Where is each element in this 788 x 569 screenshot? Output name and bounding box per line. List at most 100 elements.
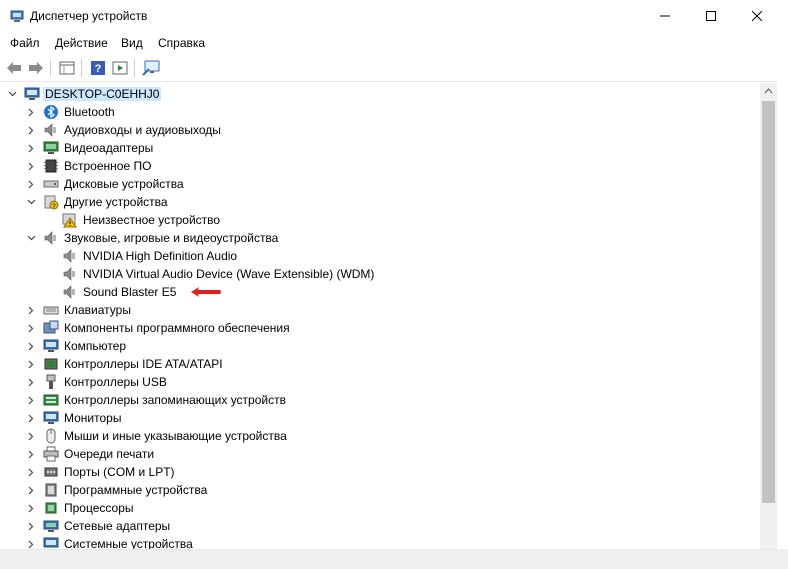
tree-category[interactable]: Процессоры [0,499,700,517]
forward-arrow-icon [29,62,43,74]
usb-icon [46,374,56,389]
maximize-button[interactable] [688,0,734,32]
tree-category[interactable]: Контроллеры IDE ATA/ATAPI [0,355,700,373]
chevron-right-icon[interactable] [26,535,36,549]
tree-category[interactable]: Встроенное ПО [0,157,700,175]
run-button[interactable] [110,58,130,78]
unknown-device-icon: ? [44,195,59,210]
tree-category-label: Аудиовходы и аудиовыходы [64,123,221,137]
horizontal-scrollbar[interactable] [0,549,777,569]
tree-device[interactable]: Неизвестное устройство [0,211,700,229]
tree-category[interactable]: Аудиовходы и аудиовыходы [0,121,700,139]
software-component-icon [43,320,59,334]
tree-category[interactable]: Контроллеры запоминающих устройств [0,391,700,409]
minimize-button[interactable] [642,0,688,32]
chevron-right-icon[interactable] [26,499,36,517]
tree-category[interactable]: Дисковые устройства [0,175,700,193]
tree-category-label: Контроллеры IDE ATA/ATAPI [64,357,223,371]
chevron-right-icon[interactable] [26,139,36,157]
tree-device[interactable]: NVIDIA High Definition Audio [0,247,700,265]
tree-category[interactable]: Сетевые адаптеры [0,517,700,535]
tree-category-label: Компоненты программного обеспечения [64,321,290,335]
scan-hardware-button[interactable] [141,58,161,78]
chevron-right-icon[interactable] [26,427,36,445]
tree-category[interactable]: Системные устройства [0,535,700,549]
chevron-right-icon[interactable] [26,373,36,391]
tree-category[interactable]: Компьютер [0,337,700,355]
menu-view[interactable]: Вид [121,36,143,50]
scroll-up-icon[interactable] [764,88,773,94]
scrollbar-thumb[interactable] [762,101,775,503]
vertical-scrollbar[interactable] [760,83,777,549]
help-button[interactable]: ? [88,58,108,78]
warning-device-icon [62,213,77,228]
tree-device-label: NVIDIA Virtual Audio Device (Wave Extens… [83,267,375,281]
tree-category[interactable]: Bluetooth [0,103,700,121]
tree-category-label: Звуковые, игровые и видеоустройства [64,231,279,245]
keyboard-icon [43,306,59,315]
tree-category-label: Системные устройства [64,537,193,549]
chevron-right-icon[interactable] [26,121,36,139]
tree-category[interactable]: ? Другие устройства [0,193,700,211]
tree-category-label: Порты (COM и LPT) [64,465,175,479]
port-icon [44,467,58,477]
chevron-right-icon[interactable] [26,337,36,355]
disk-drive-icon [43,180,59,188]
software-device-icon [45,483,57,497]
chevron-right-icon[interactable] [26,157,36,175]
menu-action[interactable]: Действие [55,36,108,50]
chevron-right-icon[interactable] [26,319,36,337]
chevron-down-icon[interactable] [7,85,17,103]
chevron-right-icon[interactable] [26,175,36,193]
tree-category-label: Другие устройства [64,195,168,209]
tree-category[interactable]: Очереди печати [0,445,700,463]
monitor-icon [43,411,59,424]
properties-button[interactable] [57,58,77,78]
tree-category[interactable]: Мыши и иные указывающие устройства [0,427,700,445]
chevron-right-icon[interactable] [26,445,36,463]
help-icon: ? [91,61,105,75]
tree-category[interactable]: Мониторы [0,409,700,427]
chevron-down-icon[interactable] [26,193,36,211]
network-adapter-icon [43,520,59,532]
close-button[interactable] [734,0,780,32]
system-device-icon [43,537,59,548]
tree-category[interactable]: Звуковые, игровые и видеоустройства [0,229,700,247]
back-arrow-icon [7,62,21,74]
svg-text:?: ? [95,63,102,75]
menu-help[interactable]: Справка [158,36,205,50]
tree-device-label: Sound Blaster E5 [83,285,177,299]
speaker-icon [63,249,75,263]
tree-category[interactable]: Программные устройства [0,481,700,499]
tree-category-label: Клавиатуры [64,303,131,317]
tree-device[interactable]: NVIDIA Virtual Audio Device (Wave Extens… [0,265,700,283]
processor-icon [45,502,57,514]
chevron-right-icon[interactable] [26,103,36,121]
tree-category-label: Мыши и иные указывающие устройства [64,429,287,443]
chevron-right-icon[interactable] [26,409,36,427]
red-arrow-icon [191,287,221,297]
tree-category-label: Дисковые устройства [64,177,184,191]
tree-category-label: Программные устройства [64,483,208,497]
back-button[interactable] [4,58,24,78]
tree-category[interactable]: Контроллеры USB [0,373,700,391]
chevron-right-icon[interactable] [26,391,36,409]
forward-button[interactable] [26,58,46,78]
window-title: Диспетчер устройств [30,9,148,23]
tree-category[interactable]: Порты (COM и LPT) [0,463,700,481]
menu-file[interactable]: Файл [10,36,40,50]
tree-category[interactable]: Видеоадаптеры [0,139,700,157]
chevron-right-icon[interactable] [26,301,36,319]
chevron-right-icon[interactable] [26,355,36,373]
storage-controller-icon [43,394,59,406]
chevron-right-icon[interactable] [26,517,36,535]
tree-category[interactable]: Компоненты программного обеспечения [0,319,700,337]
tree-device[interactable]: Sound Blaster E5 [0,283,700,301]
tree-category[interactable]: Клавиатуры [0,301,700,319]
chevron-right-icon[interactable] [26,481,36,499]
maximize-icon [706,11,716,21]
tree-root[interactable]: DESKTOP-C0EHHJ0 [0,85,300,103]
chevron-right-icon[interactable] [26,463,36,481]
chevron-down-icon[interactable] [26,229,36,247]
tree-category-label: Очереди печати [64,447,155,461]
